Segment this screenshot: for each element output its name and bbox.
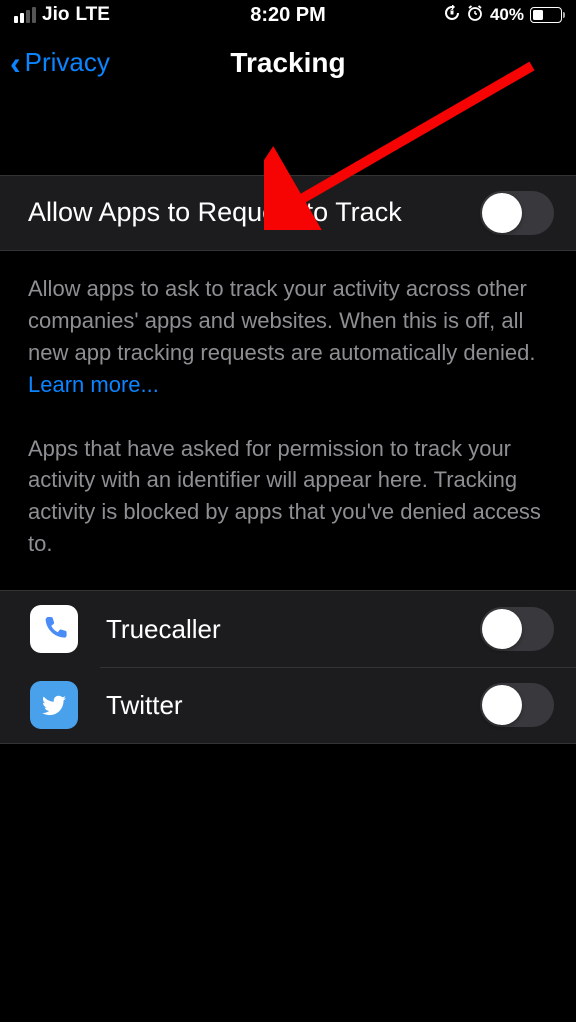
alarm-icon	[466, 4, 484, 27]
tracking-description-text: Allow apps to ask to track your activity…	[28, 276, 536, 365]
status-left: Jio LTE	[14, 4, 110, 26]
battery-percent: 40%	[490, 5, 524, 25]
page-title: Tracking	[230, 47, 345, 79]
learn-more-link[interactable]: Learn more...	[28, 372, 159, 397]
app-row-truecaller: Truecaller	[0, 591, 576, 667]
allow-tracking-label: Allow Apps to Request to Track	[28, 194, 402, 232]
status-right: 40%	[444, 4, 562, 27]
carrier-label: Jio	[42, 4, 69, 26]
network-label: LTE	[75, 4, 109, 26]
app-list: Truecaller Twitter	[0, 590, 576, 744]
signal-icon	[14, 7, 36, 23]
back-label: Privacy	[25, 47, 110, 78]
tracking-description: Allow apps to ask to track your activity…	[0, 251, 576, 423]
back-button[interactable]: ‹ Privacy	[10, 47, 110, 79]
apps-description: Apps that have asked for permission to t…	[0, 423, 576, 591]
battery-icon	[530, 7, 562, 23]
app-name-label: Twitter	[106, 690, 480, 721]
status-bar: Jio LTE 8:20 PM 40%	[0, 0, 576, 30]
app-name-label: Truecaller	[106, 614, 480, 645]
nav-header: ‹ Privacy Tracking	[0, 30, 576, 95]
status-time: 8:20 PM	[250, 4, 326, 27]
orientation-lock-icon	[444, 5, 460, 26]
twitter-app-icon	[30, 681, 78, 729]
allow-tracking-toggle[interactable]	[480, 191, 554, 235]
chevron-left-icon: ‹	[10, 47, 21, 79]
twitter-toggle[interactable]	[480, 683, 554, 727]
truecaller-app-icon	[30, 605, 78, 653]
truecaller-toggle[interactable]	[480, 607, 554, 651]
app-row-twitter: Twitter	[0, 667, 576, 743]
allow-tracking-row: Allow Apps to Request to Track	[0, 175, 576, 251]
apps-description-text: Apps that have asked for permission to t…	[28, 436, 541, 557]
